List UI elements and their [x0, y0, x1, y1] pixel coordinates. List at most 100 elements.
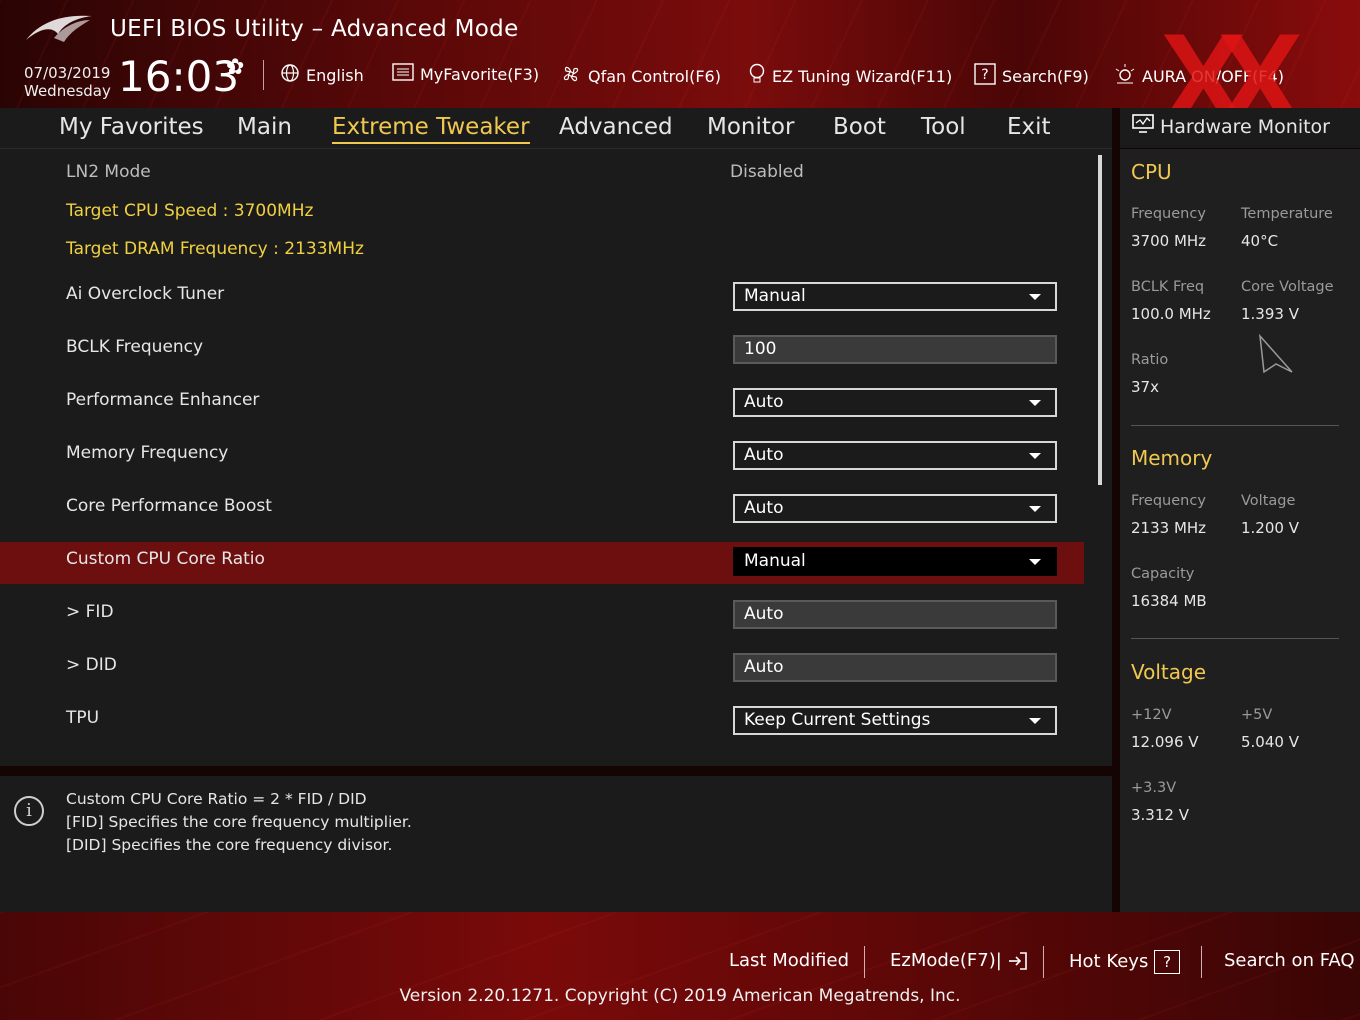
fan-icon — [560, 63, 582, 90]
memory-frequency-dropdown[interactable]: Auto — [733, 441, 1057, 470]
rog-logo-icon — [26, 15, 92, 42]
dropdown-value: Keep Current Settings — [744, 710, 931, 730]
tab-boot[interactable]: Boot — [833, 112, 886, 142]
dropdown-arrow-icon — [1029, 718, 1041, 724]
setting-label-did: > DID — [66, 655, 117, 675]
date-text: 07/03/2019 — [24, 64, 111, 82]
memory-heading: Memory — [1131, 446, 1213, 470]
setting-label-performance-enhancer: Performance Enhancer — [66, 390, 260, 410]
tab-my-favorites[interactable]: My Favorites — [59, 112, 204, 142]
language-button[interactable]: English — [280, 63, 364, 88]
tab-monitor[interactable]: Monitor — [707, 112, 794, 142]
target-cpu-speed: Target CPU Speed : 3700MHz — [66, 201, 314, 221]
v33-value: 3.312 V — [1131, 806, 1189, 824]
gear-icon[interactable]: ✿ — [226, 55, 244, 80]
header-bar: UEFI BIOS Utility – Advanced Mode 07/03/… — [0, 0, 1360, 144]
tab-advanced[interactable]: Advanced — [559, 112, 673, 142]
divider — [263, 60, 264, 90]
ezmode-label: EzMode(F7)| — [890, 950, 1002, 971]
v33-label: +3.3V — [1131, 780, 1177, 796]
capacity-label: Capacity — [1131, 566, 1195, 582]
dropdown-value: Manual — [744, 286, 806, 306]
search-on-faq-button[interactable]: Search on FAQ — [1224, 950, 1355, 971]
svg-text:?: ? — [981, 67, 988, 83]
tab-tool[interactable]: Tool — [921, 112, 966, 142]
globe-icon — [280, 63, 300, 88]
info-line: [FID] Specifies the core frequency multi… — [66, 813, 412, 831]
memory-voltage-label: Voltage — [1241, 493, 1296, 509]
did-input[interactable]: Auto — [733, 653, 1057, 682]
dropdown-arrow-icon — [1029, 506, 1041, 512]
qfan-label: Qfan Control(F6) — [588, 67, 721, 86]
setting-label-core-performance-boost: Core Performance Boost — [66, 496, 272, 516]
performance-enhancer-dropdown[interactable]: Auto — [733, 388, 1057, 417]
v5-label: +5V — [1241, 707, 1273, 723]
setting-label-memory-frequency: Memory Frequency — [66, 443, 229, 463]
ln2-mode-value: Disabled — [730, 162, 804, 182]
input-value: Auto — [744, 604, 784, 624]
hot-keys-label: Hot Keys — [1069, 951, 1149, 972]
settings-panel: LN2 Mode Disabled Target CPU Speed : 370… — [0, 149, 1112, 766]
fid-input[interactable]: Auto — [733, 600, 1057, 629]
divider — [864, 946, 865, 978]
footer-bar: Last Modified EzMode(F7)| Hot Keys ? Sea… — [0, 912, 1360, 1020]
ai-overclock-tuner-dropdown[interactable]: Manual — [733, 282, 1057, 311]
help-box-icon: ? — [974, 63, 996, 90]
input-value: 100 — [744, 339, 777, 359]
setting-label-ai-overclock-tuner: Ai Overclock Tuner — [66, 284, 225, 304]
tab-extreme-tweaker[interactable]: Extreme Tweaker — [332, 112, 530, 144]
v12-value: 12.096 V — [1131, 733, 1199, 751]
weekday-text: Wednesday — [24, 82, 111, 100]
ezmode-button[interactable]: EzMode(F7)| — [890, 950, 1028, 971]
setting-label-bclk-frequency: BCLK Frequency — [66, 337, 204, 357]
cpu-heading: CPU — [1131, 160, 1172, 184]
memory-frequency-label: Frequency — [1131, 493, 1206, 509]
dropdown-value: Manual — [744, 551, 806, 571]
dropdown-value: Auto — [744, 445, 784, 465]
setting-label-custom-cpu-core-ratio: Custom CPU Core Ratio — [66, 549, 265, 569]
bclk-frequency-input[interactable]: 100 — [733, 335, 1057, 364]
ez-tuning-wizard-button[interactable]: EZ Tuning Wizard(F11) — [748, 63, 952, 90]
cpu-frequency-label: Frequency — [1131, 206, 1206, 222]
bclk-freq-value: 100.0 MHz — [1131, 305, 1211, 323]
setting-label-tpu: TPU — [66, 708, 100, 728]
my-favorite-button[interactable]: MyFavorite(F3) — [392, 63, 539, 86]
last-modified-button[interactable]: Last Modified — [729, 950, 849, 971]
dropdown-value: Auto — [744, 392, 784, 412]
lightbulb-icon — [748, 63, 766, 90]
info-line: [DID] Specifies the core frequency divis… — [66, 836, 393, 854]
tpu-dropdown[interactable]: Keep Current Settings — [733, 706, 1057, 735]
divider — [1043, 946, 1044, 978]
tab-exit[interactable]: Exit — [1007, 112, 1051, 142]
hardware-monitor-title: Hardware Monitor — [1132, 114, 1330, 139]
app-title: UEFI BIOS Utility – Advanced Mode — [110, 16, 519, 42]
core-performance-boost-dropdown[interactable]: Auto — [733, 494, 1057, 523]
memory-frequency-value: 2133 MHz — [1131, 519, 1207, 537]
core-voltage-value: 1.393 V — [1241, 305, 1299, 323]
target-dram-frequency: Target DRAM Frequency : 2133MHz — [66, 239, 364, 259]
tab-main[interactable]: Main — [237, 112, 292, 142]
favorite-list-icon — [392, 63, 414, 86]
memory-voltage-value: 1.200 V — [1241, 519, 1299, 537]
help-key-icon: ? — [1154, 950, 1181, 974]
ln2-mode-label: LN2 Mode — [66, 162, 151, 182]
dropdown-value: Auto — [744, 498, 784, 518]
search-button[interactable]: ? Search(F9) — [974, 63, 1089, 90]
bclk-freq-label: BCLK Freq — [1131, 279, 1205, 295]
help-info-panel: i Custom CPU Core Ratio = 2 * FID / DID … — [0, 776, 1112, 912]
scrollbar[interactable] — [1098, 155, 1102, 485]
v5-value: 5.040 V — [1241, 733, 1299, 751]
version-text: Version 2.20.1271. Copyright (C) 2019 Am… — [399, 986, 961, 1006]
v12-label: +12V — [1131, 707, 1172, 723]
divider — [1131, 425, 1339, 426]
ez-tuning-label: EZ Tuning Wizard(F11) — [772, 67, 953, 86]
info-line: Custom CPU Core Ratio = 2 * FID / DID — [66, 790, 367, 808]
search-label: Search(F9) — [1002, 67, 1089, 86]
core-voltage-label: Core Voltage — [1241, 279, 1334, 295]
qfan-control-button[interactable]: Qfan Control(F6) — [560, 63, 721, 90]
ratio-value: 37x — [1131, 378, 1159, 396]
dropdown-arrow-icon — [1029, 559, 1041, 565]
custom-cpu-core-ratio-dropdown[interactable]: Manual — [733, 547, 1057, 576]
hot-keys-button[interactable]: Hot Keys ? — [1069, 950, 1181, 974]
divider — [1131, 638, 1339, 639]
